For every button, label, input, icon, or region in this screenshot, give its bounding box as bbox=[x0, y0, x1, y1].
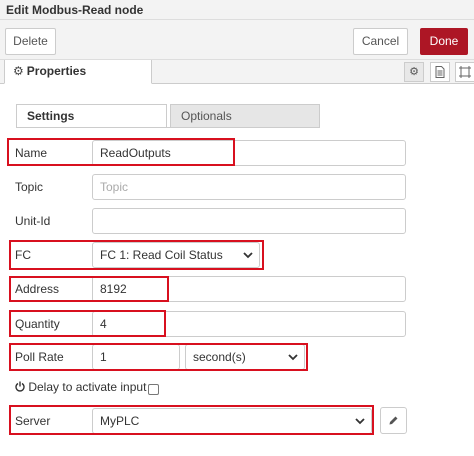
delay-checkbox[interactable] bbox=[148, 384, 159, 395]
cancel-button[interactable]: Cancel bbox=[353, 28, 408, 55]
tab-properties[interactable]: ⚙ Properties bbox=[4, 60, 152, 84]
tab-optionals[interactable]: Optionals bbox=[170, 104, 320, 128]
delay-label-row: Delay to activate input bbox=[15, 380, 146, 394]
delete-button[interactable]: Delete bbox=[5, 28, 56, 55]
tab-bar: ⚙ Properties ⚙ bbox=[0, 60, 474, 84]
pollrate-unit-select[interactable]: second(s) bbox=[185, 344, 305, 370]
pollrate-label: Poll Rate bbox=[15, 350, 64, 364]
server-select-value: MyPLC bbox=[100, 414, 140, 428]
name-input[interactable]: ReadOutputs bbox=[92, 140, 406, 166]
dialog-title: Edit Modbus-Read node bbox=[6, 3, 144, 17]
gear-icon: ⚙ bbox=[409, 66, 419, 78]
chevron-down-icon bbox=[288, 354, 298, 361]
done-button[interactable]: Done bbox=[420, 28, 468, 55]
unitid-label: Unit-Id bbox=[15, 214, 51, 228]
frame-icon bbox=[459, 66, 471, 78]
subtab-divider bbox=[16, 127, 320, 128]
dialog-titlebar: Edit Modbus-Read node bbox=[0, 0, 474, 20]
address-input[interactable]: 8192 bbox=[92, 276, 406, 302]
pollrate-unit-value: second(s) bbox=[193, 350, 246, 364]
description-tab-button[interactable] bbox=[430, 62, 450, 82]
server-label: Server bbox=[15, 414, 51, 428]
dialog-toolbar: Delete Cancel Done bbox=[0, 20, 474, 60]
fc-select[interactable]: FC 1: Read Coil Status bbox=[92, 242, 260, 268]
power-icon bbox=[15, 381, 25, 392]
pollrate-input[interactable]: 1 bbox=[92, 344, 180, 370]
address-label: Address bbox=[15, 282, 60, 296]
topic-label: Topic bbox=[15, 180, 44, 194]
server-select[interactable]: MyPLC bbox=[92, 408, 372, 434]
tab-settings[interactable]: Settings bbox=[16, 104, 167, 128]
edit-server-button[interactable] bbox=[380, 407, 407, 434]
quantity-label: Quantity bbox=[15, 317, 60, 331]
appearance-tab-button[interactable] bbox=[455, 62, 474, 82]
chevron-down-icon bbox=[355, 418, 365, 425]
chevron-down-icon bbox=[243, 252, 253, 259]
tab-properties-label: Properties bbox=[26, 64, 87, 78]
delay-label: Delay to activate input bbox=[28, 380, 147, 394]
subtab-bar: Settings Optionals bbox=[16, 104, 320, 128]
document-icon bbox=[435, 66, 445, 78]
quantity-input[interactable]: 4 bbox=[92, 311, 406, 337]
topic-input[interactable]: Topic bbox=[92, 174, 406, 200]
name-label: Name bbox=[15, 146, 48, 160]
fc-select-value: FC 1: Read Coil Status bbox=[100, 248, 223, 262]
unitid-input[interactable] bbox=[92, 208, 406, 234]
settings-tab-button[interactable]: ⚙ bbox=[404, 62, 424, 82]
pencil-icon bbox=[389, 416, 398, 425]
gear-icon: ⚙ bbox=[13, 64, 24, 78]
fc-label: FC bbox=[15, 248, 31, 262]
